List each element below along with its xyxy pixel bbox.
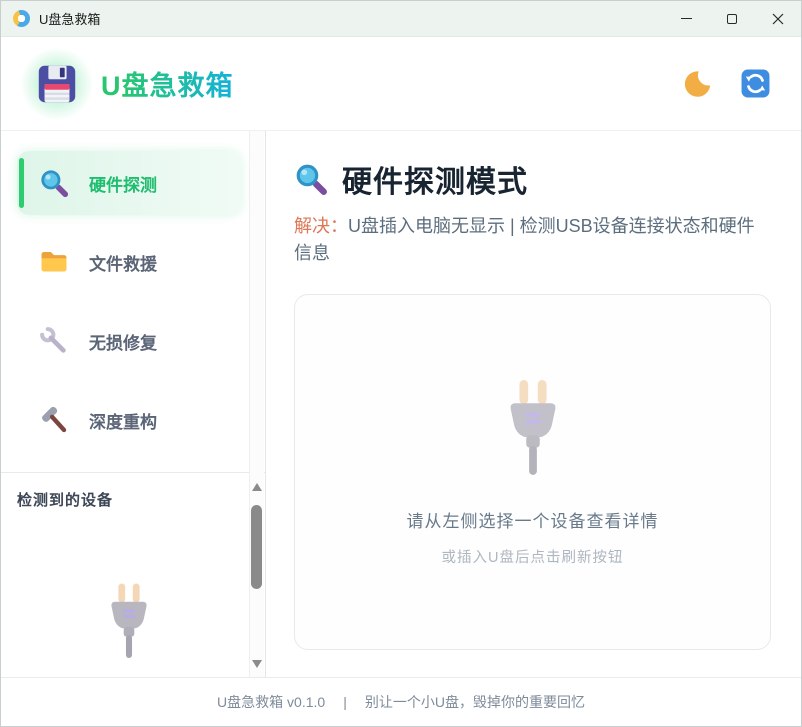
refresh-button[interactable]: [740, 68, 771, 99]
titlebar-title: U盘急救箱: [39, 9, 100, 28]
close-icon: [772, 13, 784, 25]
header-actions: [683, 68, 771, 99]
nav-item-label: 硬件探测: [89, 171, 157, 196]
status-footer: U盘急救箱 v0.1.0 | 别让一个小U盘，毁掉你的重要回忆: [1, 677, 801, 726]
maximize-icon: [727, 14, 737, 24]
detected-devices-panel: 检测到的设备 未检测到USB: [1, 473, 265, 677]
minimize-button[interactable]: [663, 1, 709, 36]
close-button[interactable]: [755, 1, 801, 36]
nav-item-lossless-repair[interactable]: 无损修复: [17, 309, 241, 373]
nav-item-label: 深度重构: [89, 408, 157, 433]
nav-item-label: 无损修复: [89, 329, 157, 354]
folder-icon: [39, 247, 69, 277]
scrollbar-up-button[interactable]: [252, 483, 262, 491]
detected-devices-header: 检测到的设备: [17, 489, 241, 510]
app-header: U盘急救箱: [1, 37, 801, 131]
nav-item-file-rescue[interactable]: 文件救援: [17, 230, 241, 294]
crescent-moon-icon: [683, 69, 712, 98]
footer-slogan: 别让一个小U盘，毁掉你的重要回忆: [365, 692, 585, 712]
footer-version: U盘急救箱 v0.1.0: [217, 692, 325, 712]
nav-item-deep-rebuild[interactable]: 深度重构: [17, 388, 241, 452]
empty-card-secondary-text: 或插入U盘后点击刷新按钮: [442, 546, 624, 567]
body-row: 硬件探测 文件救援 无损修复 深度重构 检测到的设备: [1, 131, 801, 677]
subtitle-text: U盘插入电脑无显示 | 检测USB设备连接状态和硬件信息: [294, 216, 755, 263]
magnifier-icon: [39, 168, 69, 198]
sidebar: 硬件探测 文件救援 无损修复 深度重构 检测到的设备: [1, 131, 266, 677]
hammer-icon: [39, 405, 69, 435]
title-bar: U盘急救箱: [1, 1, 801, 37]
magnifier-icon: [294, 162, 328, 196]
app-title: U盘急救箱: [101, 64, 234, 103]
device-detail-empty-card: 请从左侧选择一个设备查看详情 或插入U盘后点击刷新按钮: [294, 294, 771, 650]
window-controls: [663, 1, 801, 36]
minimize-icon: [681, 18, 692, 19]
theme-toggle-button[interactable]: [683, 69, 712, 98]
app-icon: [13, 10, 30, 27]
power-plug-icon: [104, 582, 154, 658]
app-logo: [29, 56, 85, 112]
main-content: 硬件探测模式 解决：U盘插入电脑无显示 | 检测USB设备连接状态和硬件信息 请…: [266, 131, 801, 677]
empty-card-primary-text: 请从左侧选择一个设备查看详情: [407, 507, 659, 532]
maximize-button[interactable]: [709, 1, 755, 36]
app-window: U盘急救箱 U盘急救箱: [0, 0, 802, 727]
nav-item-hardware-detect[interactable]: 硬件探测: [17, 151, 241, 215]
refresh-icon: [740, 68, 771, 99]
scrollbar-thumb[interactable]: [251, 505, 262, 589]
devices-empty-text: 未检测到USB: [17, 675, 241, 677]
footer-separator: |: [343, 694, 347, 710]
main-title-row: 硬件探测模式: [294, 157, 771, 201]
wrench-icon: [39, 326, 69, 356]
devices-empty-state: 未检测到USB: [17, 582, 241, 677]
page-subtitle: 解决：U盘插入电脑无显示 | 检测USB设备连接状态和硬件信息: [294, 213, 771, 267]
floppy-disk-icon: [34, 61, 80, 107]
power-plug-icon: [502, 378, 564, 475]
nav-item-label: 文件救援: [89, 250, 157, 275]
sidebar-nav: 硬件探测 文件救援 无损修复 深度重构: [1, 131, 265, 467]
subtitle-prefix: 解决：: [294, 216, 348, 236]
scrollbar-down-button[interactable]: [252, 660, 262, 668]
page-title: 硬件探测模式: [342, 157, 528, 201]
